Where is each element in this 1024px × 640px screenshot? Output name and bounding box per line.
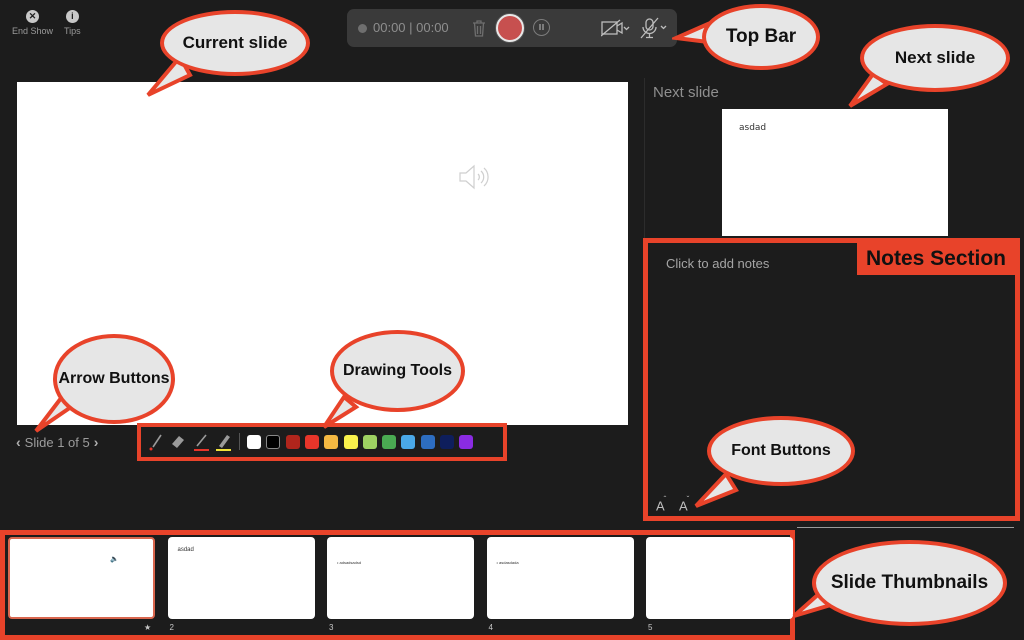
color-swatch[interactable]	[266, 435, 281, 449]
end-show-button[interactable]: ✕ End Show	[12, 10, 53, 36]
thumbnail-title: asdad	[177, 547, 194, 553]
next-slide-text: asdad	[739, 123, 767, 133]
info-icon: i	[65, 10, 79, 23]
font-increase-button[interactable]: Aˆ	[656, 495, 667, 513]
color-swatch[interactable]	[382, 435, 397, 449]
color-swatch[interactable]	[285, 435, 300, 449]
slide-thumbnail[interactable]: asdad	[167, 537, 315, 619]
top-bar-callout: Top Bar	[702, 4, 820, 70]
next-slide-preview[interactable]: asdad	[722, 109, 948, 236]
recording-status-dot	[358, 24, 367, 33]
tips-label: Tips	[64, 26, 81, 36]
color-swatch[interactable]	[401, 435, 416, 449]
drawing-tools-callout: Drawing Tools	[330, 330, 465, 412]
thumbnail-speaker-icon: 🔈	[110, 556, 119, 563]
slide-thumbnail[interactable]: 🔈	[8, 537, 155, 619]
recording-timer: 00:00 | 00:00	[373, 20, 449, 35]
slide-thumbnail[interactable]: • asdasdada	[486, 537, 634, 619]
slide-thumbnail[interactable]	[646, 537, 793, 619]
slide-thumbnails: 🔈 ★ asdad 2 • adsadsadsd 3 • asdasdada 4 5	[0, 530, 795, 640]
previous-slide-button[interactable]: ‹	[16, 434, 21, 450]
notes-section-annotation: Notes Section	[865, 247, 1007, 270]
speaker-icon[interactable]	[457, 162, 497, 192]
presenter-view: ✕ End Show i Tips 00:00 | 00:00 ‹ Slide …	[0, 0, 1024, 640]
color-swatch[interactable]	[420, 435, 435, 449]
slide-thumbnails-callout: Slide Thumbnails	[812, 540, 1007, 626]
next-slide-label: Next slide	[653, 84, 719, 101]
current-slide-callout: Current slide	[160, 10, 310, 76]
color-swatch[interactable]	[304, 435, 319, 449]
arrow-buttons-callout: Arrow Buttons	[53, 334, 175, 424]
font-decrease-button[interactable]: Aˇ	[679, 495, 690, 513]
thumbnail-bullet: • adsadsadsd	[337, 560, 362, 565]
slide-navigation: ‹ Slide 1 of 5 ›	[16, 434, 98, 450]
notes-input[interactable]: Click to add notes	[666, 256, 769, 271]
end-show-label: End Show	[12, 26, 54, 36]
pen-icon[interactable]	[193, 432, 211, 452]
font-buttons-callout: Font Buttons	[707, 416, 855, 486]
close-icon: ✕	[26, 10, 40, 23]
thumbnail-number: 2	[169, 623, 174, 632]
panel-divider	[797, 527, 1014, 528]
highlighter-icon[interactable]	[215, 432, 233, 452]
thumbnail-number: 3	[329, 623, 334, 632]
color-swatch[interactable]	[247, 435, 261, 449]
eraser-icon[interactable]	[169, 432, 187, 452]
tool-separator	[239, 433, 240, 450]
camera-off-toggle[interactable]	[601, 19, 631, 37]
color-swatch[interactable]	[440, 435, 454, 449]
record-button[interactable]	[496, 14, 524, 42]
slide-thumbnail[interactable]: • adsadsadsd	[327, 537, 474, 619]
thumbnail-number: 4	[488, 623, 493, 632]
top-bar: 00:00 | 00:00	[347, 9, 677, 47]
color-swatch[interactable]	[459, 435, 474, 449]
thumbnail-bullet: • asdasdada	[496, 560, 519, 565]
slide-counter: Slide 1 of 5	[24, 434, 90, 450]
trash-icon[interactable]	[471, 18, 487, 38]
thumbnail-number: ★	[144, 623, 152, 632]
thumbnail-number: 5	[648, 623, 653, 632]
color-swatch[interactable]	[362, 435, 377, 449]
mic-off-toggle[interactable]	[639, 17, 669, 39]
color-swatch[interactable]	[343, 435, 358, 449]
tips-button[interactable]: i Tips	[64, 10, 81, 36]
pause-button[interactable]	[533, 19, 550, 36]
column-divider	[644, 78, 645, 240]
next-slide-button[interactable]: ›	[94, 434, 99, 450]
color-swatch[interactable]	[324, 435, 339, 449]
next-slide-callout: Next slide	[860, 24, 1010, 92]
laser-pointer-icon[interactable]	[147, 432, 165, 452]
